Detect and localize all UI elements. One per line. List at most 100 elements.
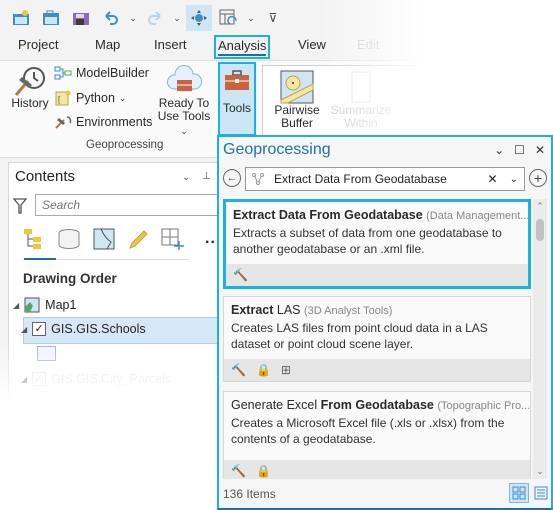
history-label: History	[11, 96, 49, 110]
environments-button[interactable]: Environments	[54, 114, 152, 130]
result-item[interactable]: Extract Data From Geodatabase (Data Mana…	[223, 199, 531, 289]
filter-icon[interactable]	[13, 198, 27, 214]
expand-triangle-icon[interactable]: ◢	[21, 325, 27, 334]
open-project-button[interactable]	[38, 5, 64, 31]
expand-triangle-icon[interactable]: ◢	[13, 301, 19, 310]
python-button[interactable]: [ Python ⌄	[54, 90, 126, 106]
new-project-icon	[13, 10, 29, 25]
list-by-selection-icon[interactable]	[93, 228, 115, 250]
redo-button[interactable]	[142, 5, 168, 31]
layer-visibility-checkbox[interactable]: ✓	[32, 372, 47, 386]
geoprocessing-group-label: Geoprocessing	[86, 139, 164, 151]
python-label: Python	[76, 91, 115, 105]
contents-search-input[interactable]	[35, 194, 225, 216]
ready-to-use-label-text: Use Tools	[157, 109, 211, 123]
map-icon	[24, 297, 40, 313]
result-toolbox: (Data Management...	[426, 210, 528, 222]
hammer-icon: 🔨	[233, 268, 248, 282]
map-name: Map1	[45, 298, 77, 312]
geoprocessing-title: Geoprocessing	[223, 141, 331, 158]
add-button[interactable]: +	[529, 169, 547, 187]
pane-controls: ⌄ ☐ ✕	[494, 143, 545, 157]
list-by-source-icon[interactable]	[57, 228, 81, 250]
search-results: Extract Data From Geodatabase (Data Mana…	[223, 199, 531, 479]
tab-analysis[interactable]: Analysis	[214, 35, 271, 59]
pairwise-buffer-icon	[280, 70, 314, 104]
python-icon: [	[55, 90, 71, 106]
layout-dropdown-icon[interactable]: ⌄	[246, 13, 256, 24]
layer-symbol-swatch[interactable]	[37, 346, 56, 361]
result-title-bold: Extract	[231, 303, 274, 317]
result-title-bold: Extract Data From Geodatabase	[233, 208, 423, 222]
undo-dropdown-icon[interactable]: ⌄	[128, 13, 138, 24]
back-button[interactable]: ←	[223, 169, 241, 187]
tools-button[interactable]: Tools	[218, 62, 256, 136]
result-toolbox: (Topographic Pro...	[437, 400, 530, 412]
history-button[interactable]: History	[8, 65, 52, 110]
explore-button[interactable]	[186, 5, 212, 31]
modelbuilder-button[interactable]: ModelBuilder	[54, 66, 149, 80]
result-description: Extracts a subset of data from one geoda…	[233, 226, 502, 256]
layer-visibility-checkbox[interactable]: ✓	[32, 322, 47, 336]
scroll-down-icon[interactable]: ⌄	[533, 466, 547, 477]
list-by-drawing-order-icon[interactable]	[23, 228, 45, 250]
ready-to-use-tools-button[interactable]: Ready To Use Tools ⌄	[154, 65, 214, 138]
python-dropdown-icon[interactable]: ⌄	[119, 93, 127, 104]
result-item[interactable]: Extract LAS (3D Analyst Tools) Creates L…	[223, 296, 531, 382]
save-project-button[interactable]	[68, 5, 94, 31]
result-badges: 🔨 🔒 ⊞	[224, 359, 530, 381]
new-project-button[interactable]	[8, 5, 34, 31]
scroll-up-icon[interactable]: ⌃	[533, 201, 547, 212]
tab-map[interactable]: Map	[95, 37, 120, 52]
summarize-within-button[interactable]: Summarize Within	[331, 70, 391, 130]
list-view-icon	[534, 486, 548, 500]
list-by-snapping-icon[interactable]	[161, 228, 185, 250]
list-by-editing-icon[interactable]	[127, 228, 149, 250]
undo-button[interactable]	[98, 5, 124, 31]
maximize-icon[interactable]: ☐	[514, 143, 525, 157]
quick-access-toolbar: ⌄ ⌄ ⌄ ⊽	[8, 4, 278, 32]
contents-pin-icon[interactable]: ⊥	[202, 171, 211, 182]
redo-dropdown-icon[interactable]: ⌄	[172, 13, 182, 24]
tab-project[interactable]: Project	[18, 37, 58, 52]
pairwise-buffer-button[interactable]: Pairwise Buffer	[271, 70, 323, 130]
geoprocessing-pane: Geoprocessing ⌄ ☐ ✕ ← Extract Data From …	[217, 135, 553, 510]
clear-search-icon[interactable]: ✕	[488, 172, 498, 186]
tool-search-input[interactable]: Extract Data From Geodatabase ✕ ⌄	[245, 167, 525, 191]
toolbox-icon	[225, 70, 249, 90]
contents-menu-icon[interactable]: ⌄	[182, 172, 190, 183]
layer-row[interactable]: ◢ ✓ GIS.GIS.Schools	[21, 322, 146, 336]
close-icon[interactable]: ✕	[535, 143, 545, 157]
customize-toolbar-icon[interactable]: ⊽	[268, 11, 278, 25]
list-view-button[interactable]	[531, 483, 551, 503]
result-badges: 🔨	[226, 264, 528, 286]
layer-row[interactable]: ◢ ✓ GIS.GIS.City_Parcels	[21, 372, 171, 386]
tool-search-icon	[252, 173, 264, 185]
expand-triangle-icon[interactable]: ◢	[21, 375, 27, 384]
tab-analysis-label: Analysis	[218, 38, 267, 53]
tile-view-button[interactable]	[509, 483, 529, 503]
result-badges: 🔨 🔒	[224, 460, 530, 479]
layout-button[interactable]	[216, 5, 242, 31]
tab-insert[interactable]: Insert	[154, 37, 187, 52]
tab-edit[interactable]: Edit	[357, 37, 379, 52]
tab-view[interactable]: View	[298, 37, 326, 52]
search-value: Extract Data From Geodatabase	[274, 172, 447, 186]
back-arrow-icon: ←	[226, 172, 238, 184]
map-node[interactable]: ◢ Map1	[13, 297, 76, 313]
history-icon	[14, 67, 45, 96]
search-dropdown-icon[interactable]: ⌄	[510, 174, 518, 185]
contents-view-tabs: ...	[23, 225, 221, 253]
parallel-processing-icon: ⊞	[280, 363, 291, 377]
lock-icon: 🔒	[255, 363, 271, 377]
save-icon	[73, 13, 89, 25]
result-description: Creates LAS files from point cloud data …	[231, 321, 488, 351]
results-scrollbar[interactable]: ⌃ ⌄	[533, 199, 547, 479]
ready-to-use-tools-icon	[167, 65, 202, 91]
result-item[interactable]: Generate Excel From Geodatabase (Topogra…	[223, 391, 531, 479]
plus-icon: +	[533, 170, 543, 186]
explore-icon	[191, 10, 207, 26]
scroll-thumb[interactable]	[536, 219, 544, 241]
tile-view-icon	[512, 486, 526, 500]
pane-menu-icon[interactable]: ⌄	[494, 143, 504, 157]
